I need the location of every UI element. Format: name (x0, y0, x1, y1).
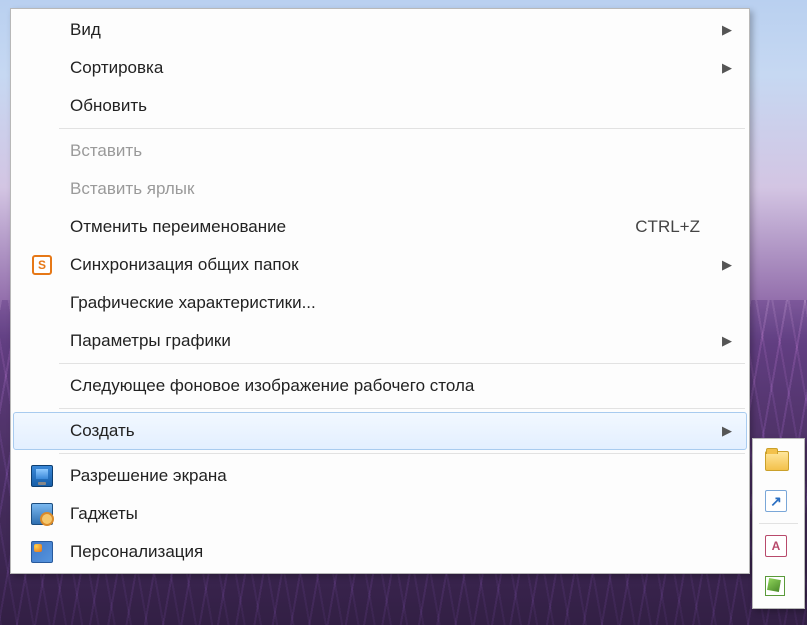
submenu-item-access-db[interactable] (755, 526, 802, 566)
monitor-icon (31, 465, 53, 487)
submenu-item-folder[interactable] (755, 441, 802, 481)
menu-item-paste: Вставить (13, 132, 747, 170)
menu-separator (59, 128, 745, 129)
menu-item-label: Вставить ярлык (70, 179, 718, 199)
chevron-right-icon: ▶ (718, 257, 732, 273)
desktop-wallpaper: Вид ▶ Сортировка ▶ Обновить Вставить Вст… (0, 0, 807, 625)
new-submenu (752, 438, 805, 609)
menu-item-personalize[interactable]: Персонализация (13, 533, 747, 571)
menu-item-sort[interactable]: Сортировка ▶ (13, 49, 747, 87)
drawing-icon (765, 576, 785, 596)
folder-icon (765, 451, 789, 471)
menu-item-label: Гаджеты (70, 504, 718, 524)
menu-separator (59, 453, 745, 454)
menu-item-paste-shortcut: Вставить ярлык (13, 170, 747, 208)
gadgets-icon (31, 503, 53, 525)
sync-icon (32, 255, 52, 275)
menu-item-label: Параметры графики (70, 331, 718, 351)
menu-item-graphics-properties[interactable]: Графические характеристики... (13, 284, 747, 322)
menu-item-graphics-options[interactable]: Параметры графики ▶ (13, 322, 747, 360)
menu-item-label: Графические характеристики... (70, 293, 718, 313)
chevron-right-icon: ▶ (718, 22, 732, 38)
menu-item-undo-rename[interactable]: Отменить переименование CTRL+Z (13, 208, 747, 246)
menu-item-label: Сортировка (70, 58, 718, 78)
menu-separator (759, 523, 798, 524)
menu-item-gadgets[interactable]: Гаджеты (13, 495, 747, 533)
menu-item-label: Создать (70, 421, 718, 441)
menu-item-view[interactable]: Вид ▶ (13, 11, 747, 49)
submenu-item-drawing[interactable] (755, 566, 802, 606)
menu-item-label: Отменить переименование (70, 217, 635, 237)
menu-item-label: Разрешение экрана (70, 466, 718, 486)
chevron-right-icon: ▶ (718, 333, 732, 349)
menu-separator (59, 408, 745, 409)
menu-item-new[interactable]: Создать ▶ (13, 412, 747, 450)
personalize-icon (31, 541, 53, 563)
chevron-right-icon: ▶ (718, 423, 732, 439)
menu-separator (59, 363, 745, 364)
menu-item-label: Персонализация (70, 542, 718, 562)
submenu-item-shortcut[interactable] (755, 481, 802, 521)
menu-item-sync-shared-folders[interactable]: Синхронизация общих папок ▶ (13, 246, 747, 284)
menu-item-next-wallpaper[interactable]: Следующее фоновое изображение рабочего с… (13, 367, 747, 405)
chevron-right-icon: ▶ (718, 60, 732, 76)
menu-item-screen-resolution[interactable]: Разрешение экрана (13, 457, 747, 495)
menu-item-label: Следующее фоновое изображение рабочего с… (70, 376, 718, 396)
shortcut-icon (765, 490, 787, 512)
access-icon (765, 535, 787, 557)
menu-item-label: Синхронизация общих папок (70, 255, 718, 275)
menu-item-hotkey: CTRL+Z (635, 217, 718, 237)
menu-item-label: Вставить (70, 141, 718, 161)
menu-item-label: Вид (70, 20, 718, 40)
desktop-context-menu: Вид ▶ Сортировка ▶ Обновить Вставить Вст… (10, 8, 750, 574)
menu-item-refresh[interactable]: Обновить (13, 87, 747, 125)
menu-item-label: Обновить (70, 96, 718, 116)
